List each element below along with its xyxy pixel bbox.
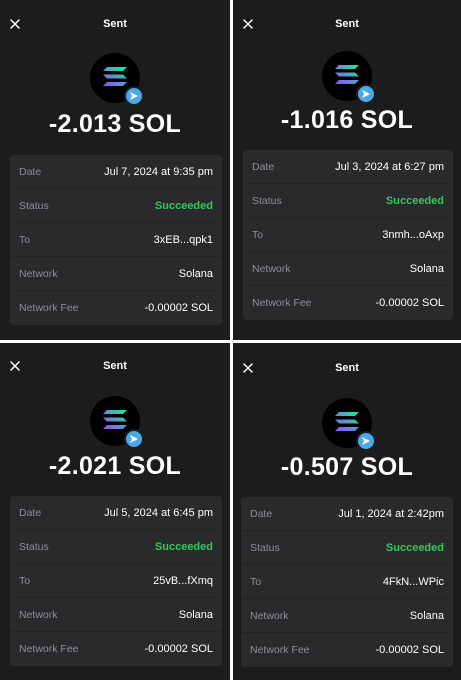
details-card: Date Jul 1, 2024 at 2:42pm Status Succeede…: [241, 497, 453, 667]
detail-row-status: Status Succeeded: [10, 189, 222, 223]
row-label: Network Fee: [19, 302, 79, 314]
detail-row-to[interactable]: To 25vB...fXmq: [10, 564, 222, 598]
page-title: Sent: [103, 360, 127, 372]
row-label: To: [19, 574, 31, 587]
status-value: Succeeded: [385, 194, 444, 207]
row-label: To: [19, 233, 31, 246]
row-label: Network Fee: [250, 644, 310, 656]
detail-row-network-fee: Network Fee -0.00002 SOL: [243, 286, 453, 320]
row-label: To: [250, 575, 262, 588]
status-value: Succeeded: [385, 541, 444, 554]
row-value: -0.00002 SOL: [144, 302, 214, 314]
row-label: Date: [250, 507, 273, 520]
row-value: 3nmh...oAxp: [382, 228, 444, 241]
header: Sent: [0, 360, 230, 380]
send-arrow-icon: [356, 431, 376, 451]
row-label: Network Fee: [19, 643, 79, 655]
page-title: Sent: [103, 18, 127, 30]
detail-row-to[interactable]: To 3nmh...oAxp: [243, 218, 453, 252]
row-value: Solana: [409, 609, 444, 622]
row-label: Date: [19, 165, 42, 178]
detail-row-to[interactable]: To 4FkN...WPic: [241, 565, 453, 599]
amount: -0.507 SOL: [280, 453, 414, 481]
solana-logo: [322, 51, 376, 104]
detail-row-network-fee: Network Fee -0.00002 SOL: [241, 633, 453, 667]
detail-row-network-fee: Network Fee -0.00002 SOL: [10, 632, 222, 666]
send-arrow-icon: [356, 84, 376, 104]
row-label: Network: [252, 262, 291, 275]
amount: -1.016 SOL: [280, 106, 414, 134]
row-label: Date: [19, 506, 42, 519]
header: Sent: [0, 18, 230, 38]
solana-logo: [90, 53, 144, 106]
details-card: Date Jul 3, 2024 at 6:27 pm Status Succeed…: [243, 150, 453, 320]
row-value: Solana: [178, 267, 213, 280]
send-arrow-icon: [124, 429, 144, 449]
details-card: Date Jul 7, 2024 at 9:35 pm Status Succeed…: [10, 155, 222, 325]
row-value: Solana: [409, 262, 444, 275]
detail-row-date: Date Jul 7, 2024 at 9:35 pm: [10, 155, 222, 189]
amount: -2.013 SOL: [48, 110, 182, 138]
header: Sent: [233, 362, 461, 382]
row-label: Network: [250, 609, 289, 622]
row-label: Status: [19, 540, 49, 553]
row-label: Status: [252, 194, 282, 207]
row-value: -0.00002 SOL: [375, 297, 445, 309]
row-label: Status: [19, 199, 49, 212]
row-label: Status: [250, 541, 280, 554]
row-label: Network: [19, 267, 58, 280]
status-value: Succeeded: [154, 540, 213, 553]
row-label: Date: [252, 160, 275, 173]
detail-row-network: Network Solana: [243, 252, 453, 286]
row-value: 3xEB...qpk1: [153, 233, 213, 246]
row-label: To: [252, 228, 264, 241]
send-arrow-icon: [124, 86, 144, 106]
row-value: -0.00002 SOL: [375, 644, 445, 656]
transaction-panel: Sent -2.013 SOL Date Jul 7, 2024 at 9:35 …: [0, 0, 230, 340]
row-value: 25vB...fXmq: [153, 574, 213, 587]
detail-row-network: Network Solana: [241, 599, 453, 633]
solana-logo: [322, 398, 376, 451]
header: Sent: [233, 18, 461, 38]
detail-row-network: Network Solana: [10, 598, 222, 632]
row-value: 4FkN...WPic: [382, 575, 444, 588]
page-title: Sent: [335, 18, 359, 30]
row-value: Jul 5, 2024 at 6:45 pm: [104, 506, 213, 519]
detail-row-status: Status Succeeded: [243, 184, 453, 218]
transaction-panel: Sent -2.021 SOL Date Jul 5, 2024 at 6:45 …: [0, 343, 230, 680]
detail-row-date: Date Jul 5, 2024 at 6:45 pm: [10, 496, 222, 530]
amount: -2.021 SOL: [48, 452, 182, 480]
row-value: Jul 7, 2024 at 9:35 pm: [104, 165, 213, 178]
page-title: Sent: [335, 362, 359, 374]
row-label: Network Fee: [252, 297, 312, 309]
detail-row-to[interactable]: To 3xEB...qpk1: [10, 223, 222, 257]
detail-row-status: Status Succeeded: [10, 530, 222, 564]
detail-row-date: Date Jul 1, 2024 at 2:42pm: [241, 497, 453, 531]
row-value: Solana: [178, 608, 213, 621]
transaction-panel: Sent -0.507 SOL Date Jul 1, 2024 at 2:42p…: [233, 343, 461, 680]
row-value: -0.00002 SOL: [144, 643, 214, 655]
row-value: Jul 1, 2024 at 2:42pm: [338, 507, 444, 520]
detail-row-network-fee: Network Fee -0.00002 SOL: [10, 291, 222, 325]
detail-row-date: Date Jul 3, 2024 at 6:27 pm: [243, 150, 453, 184]
transaction-panel: Sent -1.016 SOL Date Jul 3, 2024 at 6:27 …: [233, 0, 461, 340]
detail-row-status: Status Succeeded: [241, 531, 453, 565]
solana-logo: [90, 396, 144, 449]
row-value: Jul 3, 2024 at 6:27 pm: [335, 160, 444, 173]
status-value: Succeeded: [154, 199, 213, 212]
row-label: Network: [19, 608, 58, 621]
detail-row-network: Network Solana: [10, 257, 222, 291]
details-card: Date Jul 5, 2024 at 6:45 pm Status Succeed…: [10, 496, 222, 666]
